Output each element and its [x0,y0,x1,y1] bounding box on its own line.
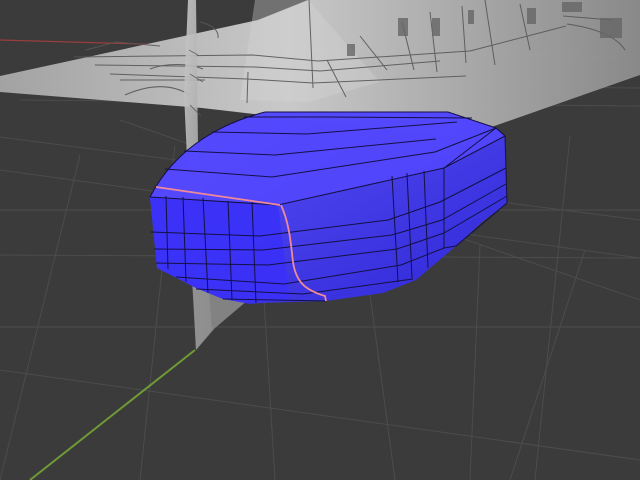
blueprint-detail [398,18,408,36]
blueprint-detail [468,10,474,24]
viewport-canvas[interactable] [0,0,640,480]
blueprint-detail [432,18,440,36]
blueprint-detail [527,8,536,24]
blueprint-detail [600,18,622,38]
blueprint-detail [562,2,582,12]
3d-viewport[interactable] [0,0,640,480]
blueprint-detail [347,44,355,56]
